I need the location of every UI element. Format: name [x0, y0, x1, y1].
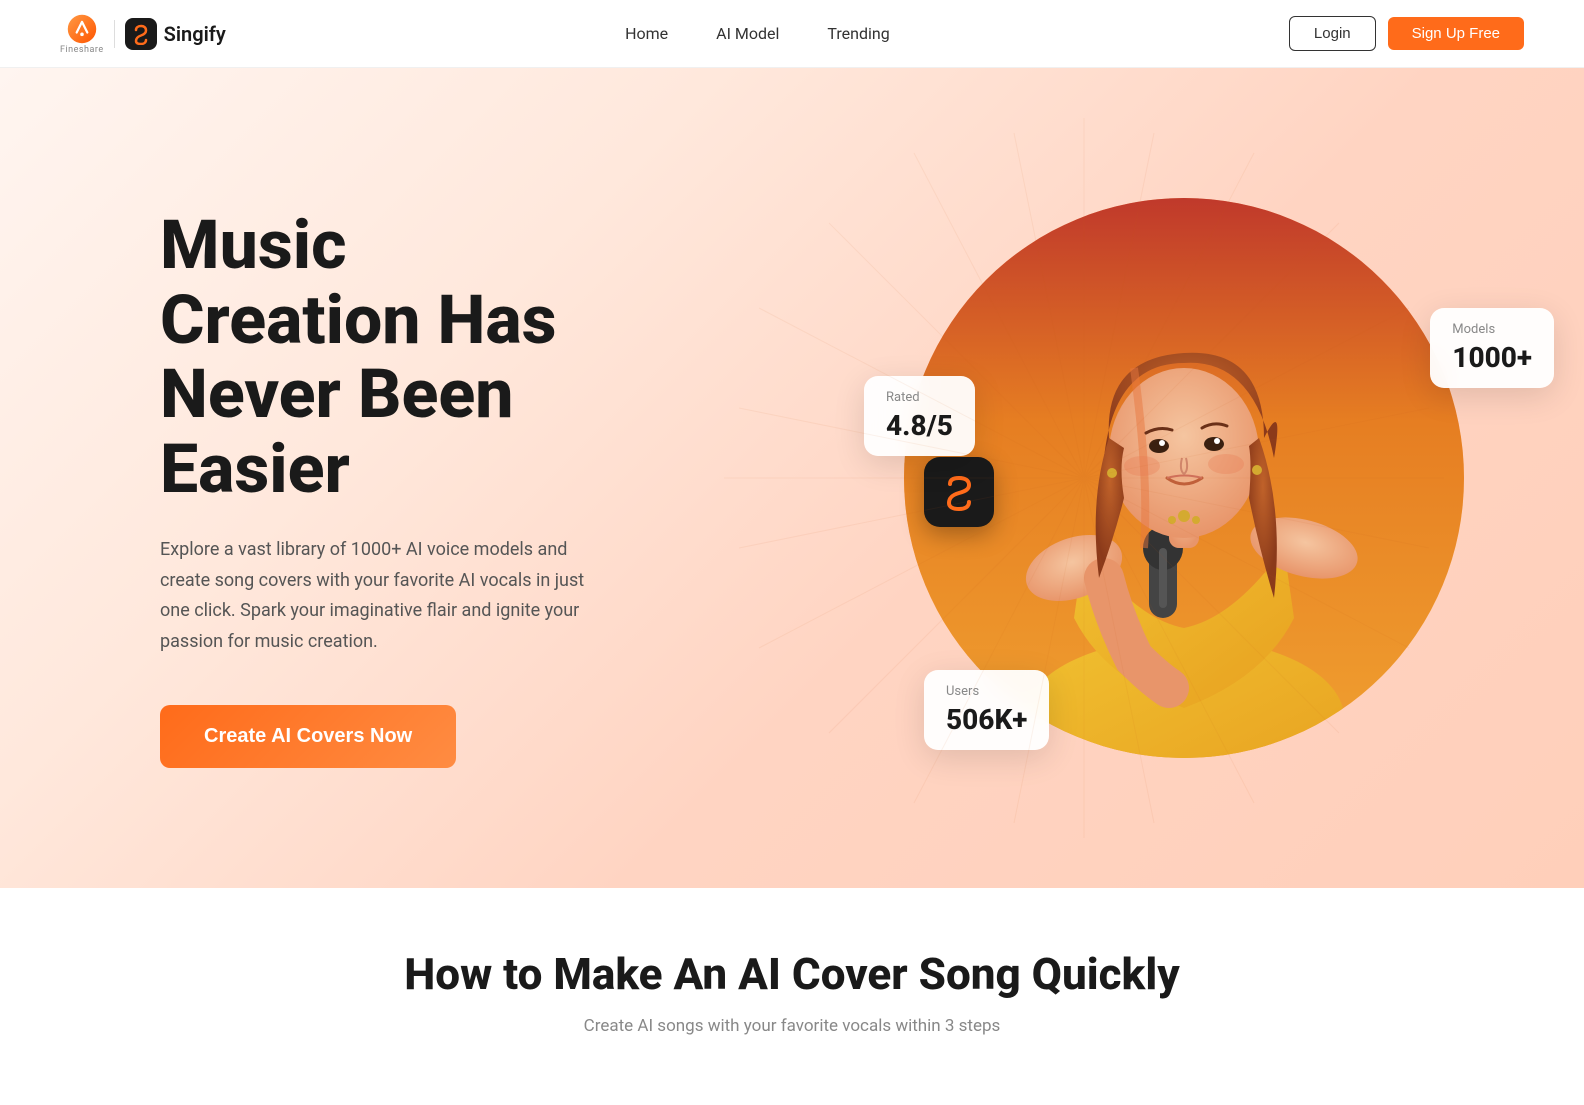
bottom-section: How to Make An AI Cover Song Quickly Cre… — [0, 888, 1584, 1056]
bottom-subtitle: Create AI songs with your favorite vocal… — [0, 1016, 1584, 1036]
hero-content: Music Creation Has Never Been Easier Exp… — [0, 208, 600, 769]
hero-title: Music Creation Has Never Been Easier — [160, 208, 600, 507]
header-actions: Login Sign Up Free — [1289, 16, 1524, 51]
models-value: 1000+ — [1452, 341, 1532, 374]
fineshare-icon — [66, 13, 98, 45]
signup-button[interactable]: Sign Up Free — [1388, 17, 1524, 50]
nav-ai-model[interactable]: AI Model — [716, 24, 779, 43]
cta-button[interactable]: Create AI Covers Now — [160, 705, 456, 768]
singify-icon — [125, 18, 157, 50]
nav-home[interactable]: Home — [625, 24, 668, 43]
stat-card-models: Models 1000+ — [1430, 308, 1554, 388]
radial-lines-decoration — [724, 118, 1444, 838]
singify-name: Singify — [164, 22, 226, 46]
main-nav: Home AI Model Trending — [625, 24, 890, 43]
hero-section: Music Creation Has Never Been Easier Exp… — [0, 68, 1584, 888]
logo-divider — [114, 20, 115, 48]
logo-area: Fineshare Singify — [60, 13, 226, 55]
fineshare-logo: Fineshare — [60, 13, 104, 55]
hero-subtitle: Explore a vast library of 1000+ AI voice… — [160, 535, 600, 657]
fineshare-label: Fineshare — [60, 45, 104, 55]
nav-trending[interactable]: Trending — [827, 24, 889, 43]
singify-s-icon — [130, 23, 152, 45]
header: Fineshare Singify Home AI Model Trending… — [0, 0, 1584, 68]
singify-logo: Singify — [125, 18, 226, 50]
bottom-title: How to Make An AI Cover Song Quickly — [0, 948, 1584, 1000]
login-button[interactable]: Login — [1289, 16, 1376, 51]
models-label: Models — [1452, 322, 1532, 337]
